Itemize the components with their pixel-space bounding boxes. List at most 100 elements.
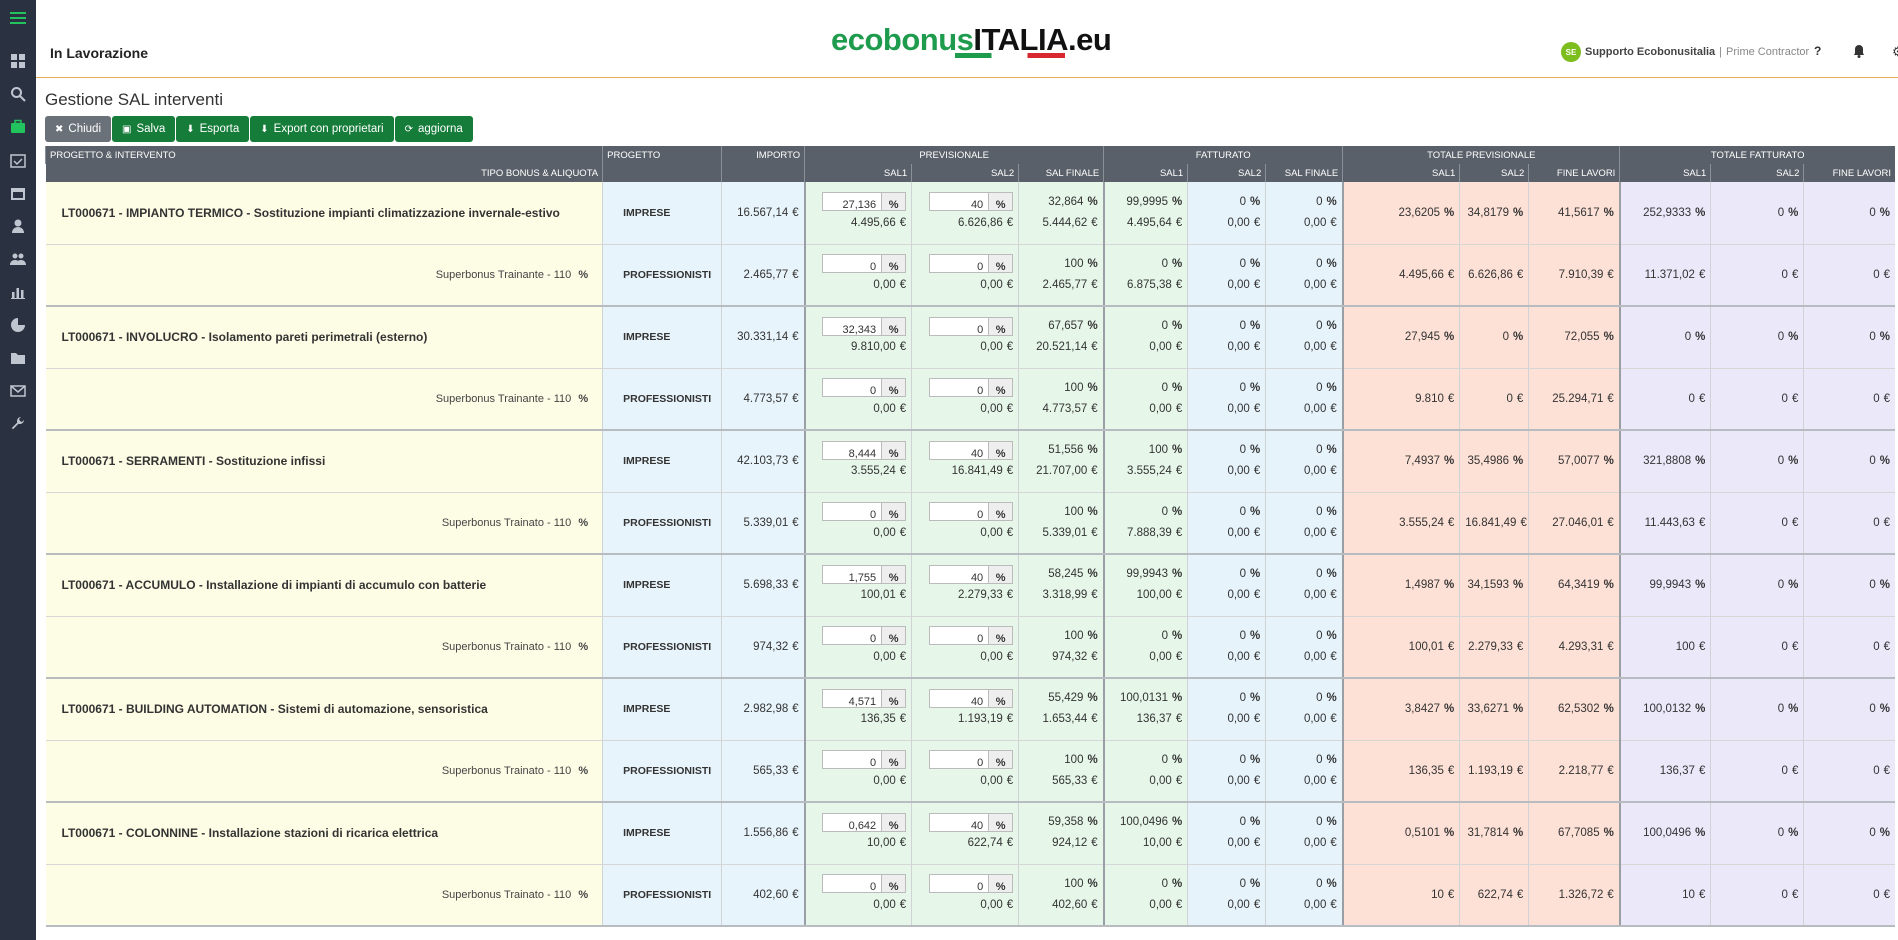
prev-sal1-input-value[interactable]: 0 [822,378,883,398]
prev-sal1-input[interactable]: 0,642% [822,812,907,832]
tot-fatt-fine-cell: 0 € [1803,492,1895,555]
prev-sal-finale-amount: 5.444,62 [1042,216,1088,229]
prev-sal2-input[interactable]: 40% [929,440,1014,460]
euro-sign: € [899,650,907,663]
tot-prev-sal1: 3,8427 [1404,703,1441,716]
prev-sal2-input-value[interactable]: 40 [929,812,990,832]
prev-sal2-input-value[interactable]: 0 [929,874,990,894]
search-icon[interactable] [9,85,27,103]
prev-sal2-input[interactable]: 0% [929,502,1014,522]
prev-sal2-input-value[interactable]: 40 [929,564,990,584]
fatt-sal2-cell: 0% 0,00 € [1187,678,1266,741]
help-icon[interactable]: ? [1814,44,1821,58]
euro-sign: € [1175,837,1183,850]
tot-prev-fine: 1.326,72 [1558,888,1604,901]
prev-sal1-input-value[interactable]: 0 [822,874,883,894]
tot-prev-sal2-cell: 0% [1459,306,1529,369]
euro-sign: € [792,827,799,840]
prev-sal1-input-value[interactable]: 0 [822,750,883,770]
tot-fatt-sal1-cell: 11.371,02 € [1618,244,1711,307]
user-icon[interactable] [9,217,27,235]
prev-sal1-input-value[interactable]: 32,343 [822,316,883,336]
prev-sal-finale-amount: 402,60 [1052,898,1088,911]
percent-sign: % [1326,320,1337,333]
euro-sign: € [1883,268,1890,281]
prev-sal2-input-value[interactable]: 0 [929,626,990,646]
settings-icon[interactable]: ⚙ [1892,44,1898,60]
table-row: LT000671 - INVOLUCRO - Isolamento pareti… [45,306,1895,369]
save-button[interactable]: ▣ Salva [112,116,176,142]
close-button[interactable]: ✖ Chiudi [45,116,111,142]
prev-sal1-input[interactable]: 0% [822,626,907,646]
calendar-icon[interactable] [9,184,27,202]
prev-sal1-input[interactable]: 32,343% [822,316,907,336]
bell-icon[interactable] [1853,44,1865,58]
prev-sal1-input[interactable]: 4,571% [822,688,907,708]
pie-chart-icon[interactable] [9,316,27,334]
ecobonus-logo[interactable]: ecobonusITALIA.eu [831,22,1112,58]
prev-sal2-input-value[interactable]: 0 [929,502,990,522]
export-owners-button[interactable]: ⬇ Export con proprietari [250,116,394,142]
prev-sal2-input[interactable]: 40% [929,192,1014,212]
envelope-icon[interactable] [9,382,27,400]
prev-sal2-input-value[interactable]: 40 [929,440,990,460]
header-fatt-sal-finale: SAL FINALE [1265,164,1343,182]
export-button[interactable]: ⬇ Esporta [176,116,250,142]
prev-sal1-input-value[interactable]: 27,136 [822,192,883,212]
user-menu[interactable]: SE Supporto Ecobonusitalia | Prime Contr… [1561,42,1809,62]
percent-sign: % [1695,331,1706,344]
importo-cell: 5.339,01 € [721,492,805,555]
calendar-check-icon[interactable] [9,151,27,169]
prev-sal1-cell: 0% 0,00 € [803,368,912,431]
prev-sal1-input-value[interactable]: 0,642 [822,812,883,832]
prev-sal1-input-value[interactable]: 4,571 [822,688,883,708]
menu-icon[interactable] [9,9,27,27]
prev-sal1-input[interactable]: 0% [822,874,907,894]
prev-sal2-input-value[interactable]: 0 [929,316,990,336]
briefcase-icon[interactable] [9,118,27,136]
prev-sal2-input[interactable]: 40% [929,564,1014,584]
euro-sign: € [792,206,799,219]
prev-sal1-input[interactable]: 27,136% [822,192,907,212]
prev-sal2-input-value[interactable]: 40 [929,192,990,212]
prev-sal2-input[interactable]: 40% [929,812,1014,832]
prev-sal1-input[interactable]: 8,444% [822,440,907,460]
header-prev-sal1: SAL1 [804,164,912,182]
tot-fatt-fine: 0 [1873,392,1880,405]
prev-sal1-input[interactable]: 0% [822,502,907,522]
importo-value: 30.331,14 [737,331,789,344]
prev-sal2-input[interactable]: 0% [929,316,1014,336]
percent-sign: % [1326,877,1337,890]
prev-sal1-input-value[interactable]: 0 [822,502,883,522]
prev-sal1-input-value[interactable]: 8,444 [822,440,883,460]
prev-sal2-input[interactable]: 0% [929,378,1014,398]
prev-sal1-input[interactable]: 0% [822,378,907,398]
prev-sal2-input-value[interactable]: 0 [929,750,990,770]
prev-sal2-input-value[interactable]: 0 [929,378,990,398]
prev-sal2-input[interactable]: 0% [929,874,1014,894]
tot-prev-fine-cell: 57,0077% [1528,430,1620,493]
prev-sal2-input[interactable]: 0% [929,626,1014,646]
dashboard-icon[interactable] [9,52,27,70]
refresh-button[interactable]: ⟳ aggiorna [394,116,473,142]
prev-sal1-input-value[interactable]: 0 [822,626,883,646]
prev-sal1-input[interactable]: 0% [822,254,907,274]
prev-sal2-cell: 40% 1.193,19 € [911,678,1019,741]
prev-sal1-input-value[interactable]: 1,755 [822,564,883,584]
users-icon[interactable] [9,250,27,268]
prev-sal2-input-value[interactable]: 0 [929,254,990,274]
prev-sal2-input[interactable]: 0% [929,254,1014,274]
bar-chart-icon[interactable] [9,283,27,301]
wrench-icon[interactable] [9,415,27,433]
prev-sal1-input[interactable]: 0% [822,750,907,770]
download-icon: ⬇ [186,123,195,135]
tot-fatt-fine: 0 [1869,827,1876,840]
prev-sal2-input-value[interactable]: 40 [929,688,990,708]
prev-sal1-input-value[interactable]: 0 [822,254,883,274]
fatt-sal-finale-cell: 0% 0,00 € [1265,492,1343,555]
prev-sal2-input[interactable]: 0% [929,750,1014,770]
tot-prev-sal1-cell: 136,35 € [1341,740,1460,803]
prev-sal1-input[interactable]: 1,755% [822,564,907,584]
prev-sal2-input[interactable]: 40% [929,688,1014,708]
folder-icon[interactable] [9,349,27,367]
